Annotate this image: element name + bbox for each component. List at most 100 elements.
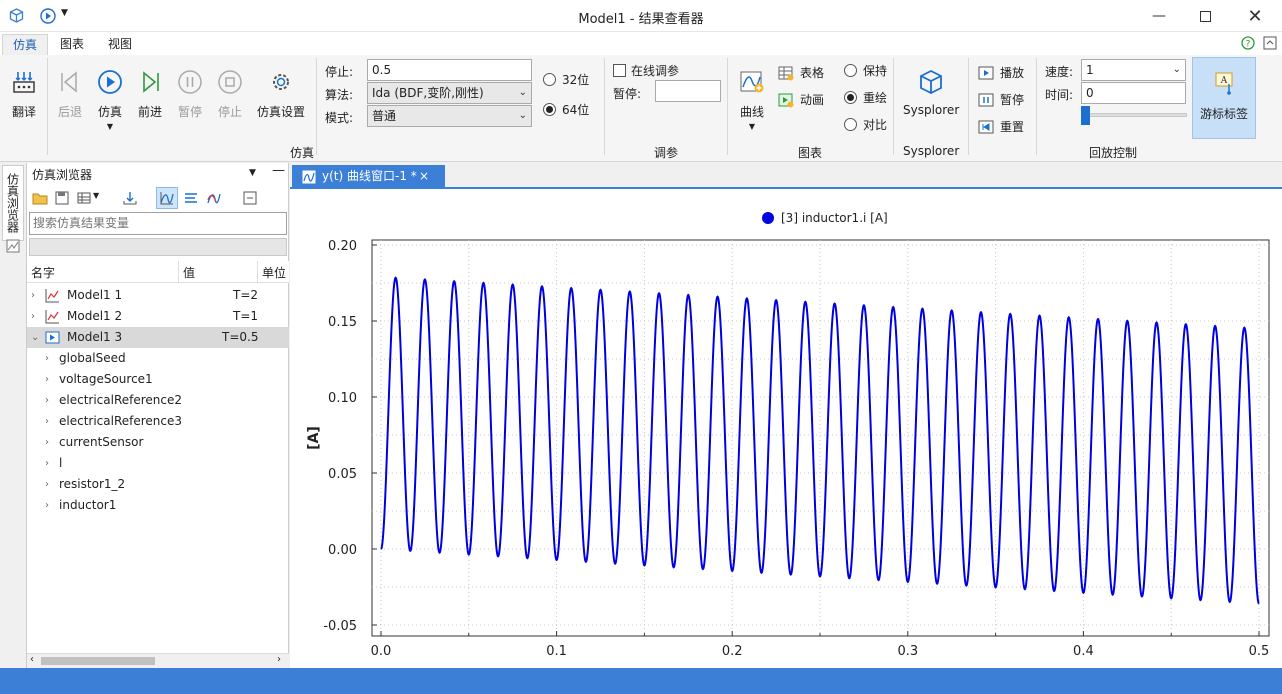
simulate-button[interactable]: 仿真 ▼ <box>95 67 125 131</box>
chevron-right-icon[interactable]: › <box>31 306 35 327</box>
simulate-label: 仿真 <box>97 105 122 119</box>
close-tab-icon[interactable]: × <box>419 165 429 187</box>
align-lines-icon[interactable] <box>183 190 199 206</box>
collapse-ribbon-icon[interactable] <box>1263 36 1277 50</box>
chevron-right-icon[interactable]: › <box>45 348 49 369</box>
radio-64bit[interactable]: 64位 <box>543 101 589 118</box>
radio-32bit[interactable]: 32位 <box>543 71 589 88</box>
forward-button[interactable]: 前进 <box>135 67 165 120</box>
minimize-button[interactable]: — <box>1136 0 1182 32</box>
algorithm-select[interactable]: Ida (BDF,变阶,刚性) ⌄ <box>367 82 532 104</box>
tree-row-model1-3[interactable]: ⌄ Model1 3 T=0.5 <box>27 327 289 348</box>
tree-child-row[interactable]: › l <box>27 453 289 474</box>
online-tune-checkbox[interactable] <box>613 64 626 77</box>
algorithm-value: Ida (BDF,变阶,刚性) <box>372 86 484 100</box>
radio-keep[interactable]: 保持 <box>844 62 887 79</box>
import-icon[interactable] <box>122 190 138 206</box>
animation-button[interactable]: 动画 <box>778 91 824 108</box>
scrollbar-thumb[interactable] <box>41 657 155 665</box>
mode-select[interactable]: 普通 ⌄ <box>367 105 532 127</box>
column-unit[interactable]: 单位 <box>262 264 286 281</box>
simulation-browser: 仿真浏览器 ▼ — ▼ 名字 值 单位 › Model1 1 T=2 › Mod… <box>27 163 289 668</box>
panel-menu-dropdown-icon[interactable]: ▼ <box>249 168 256 178</box>
column-value[interactable]: 值 <box>183 264 195 281</box>
stop-time-input[interactable]: 0.5 <box>367 59 532 81</box>
chevron-right-icon[interactable]: › <box>45 390 49 411</box>
compare-curves-icon[interactable] <box>206 190 222 206</box>
curve-plot-icon <box>740 71 764 93</box>
tree-row-model1-1[interactable]: › Model1 1 T=2 <box>27 285 289 306</box>
sysplorer-button[interactable]: Sysplorer <box>903 67 959 117</box>
tree-child-row[interactable]: › currentSensor <box>27 432 289 453</box>
horizontal-scrollbar[interactable]: ‹ › <box>27 653 289 668</box>
chevron-down-icon[interactable]: ⌄ <box>31 327 39 348</box>
child-name: electricalReference3 <box>59 414 183 428</box>
radio-compare[interactable]: 对比 <box>844 116 887 133</box>
simulate-dropdown-icon[interactable]: ▼ <box>107 122 113 131</box>
reset-button[interactable]: 重置 <box>978 118 1024 135</box>
export-dropdown-icon[interactable]: ▼ <box>93 191 99 200</box>
curve-button[interactable]: 曲线 ▼ <box>737 67 767 131</box>
plot-curve-toggle[interactable] <box>156 187 178 209</box>
side-tab-strip: 仿真浏览器 <box>0 163 27 668</box>
maximize-button[interactable] <box>1182 0 1228 32</box>
save-icon[interactable] <box>54 190 70 206</box>
playback-pause-button[interactable]: 暂停 <box>978 91 1024 108</box>
chevron-right-icon[interactable]: › <box>45 453 49 474</box>
tree-child-row[interactable]: › inductor1 <box>27 495 289 516</box>
chevron-right-icon[interactable]: › <box>45 411 49 432</box>
chevron-right-icon[interactable]: › <box>45 432 49 453</box>
curve-dropdown-icon[interactable]: ▼ <box>749 122 755 131</box>
curve-window-tab[interactable]: y(t) 曲线窗口-1 * × <box>292 165 445 189</box>
time-slider-track[interactable] <box>1081 113 1187 117</box>
scroll-left-icon[interactable]: ‹ <box>30 654 34 665</box>
tab-view[interactable]: 视图 <box>98 34 142 55</box>
tree-child-row[interactable]: › globalSeed <box>27 348 289 369</box>
back-button[interactable]: 后退 <box>55 67 85 120</box>
tab-chart[interactable]: 图表 <box>50 34 94 55</box>
search-box[interactable] <box>29 212 287 235</box>
tab-simulation[interactable]: 仿真 <box>2 34 49 55</box>
speed-select[interactable]: 1 ⌄ <box>1081 59 1186 81</box>
pause-button[interactable]: 暂停 <box>175 67 205 120</box>
close-button[interactable]: ✕ <box>1232 0 1278 32</box>
y-tick-label: 0.00 <box>328 543 357 558</box>
open-folder-icon[interactable] <box>32 190 48 206</box>
filter-bar[interactable] <box>29 238 287 256</box>
collapse-all-icon[interactable] <box>242 190 258 206</box>
tree-row-model1-2[interactable]: › Model1 2 T=1 <box>27 306 289 327</box>
x-tick-label: 0.0 <box>371 644 392 659</box>
table-export-icon[interactable] <box>76 190 92 206</box>
online-tune-label: 在线调参 <box>631 64 680 78</box>
speed-label: 速度: <box>1045 65 1074 79</box>
side-tab-sim-browser[interactable]: 仿真浏览器 <box>2 165 24 241</box>
tree-child-row[interactable]: › electricalReference2 <box>27 390 289 411</box>
stop-button[interactable]: 停止 <box>215 67 245 120</box>
search-input[interactable] <box>30 213 280 233</box>
chevron-right-icon[interactable]: › <box>45 495 49 516</box>
chevron-right-icon[interactable]: › <box>45 474 49 495</box>
time-input[interactable]: 0 <box>1081 82 1186 104</box>
status-bar <box>0 668 1282 694</box>
sim-settings-button[interactable]: 仿真设置 <box>257 67 305 120</box>
help-icon[interactable]: ? <box>1241 36 1255 50</box>
chevron-right-icon[interactable]: › <box>31 285 35 306</box>
chevron-right-icon[interactable]: › <box>45 369 49 390</box>
pause-time-input[interactable] <box>655 80 721 102</box>
line-chart[interactable]: 0.0 0.1 0.2 0.3 0.4 0.5 0.20 0.15 0.10 0.05 0.00 -0… <box>290 189 1282 668</box>
panel-minimize-icon[interactable]: — <box>272 163 285 178</box>
tree-child-row[interactable]: › resistor1_2 <box>27 474 289 495</box>
chart-panel-icon[interactable] <box>6 239 20 253</box>
radio-redraw[interactable]: 重绘 <box>844 89 887 106</box>
scroll-right-icon[interactable]: › <box>277 654 281 665</box>
tree-child-row[interactable]: › voltageSource1 <box>27 369 289 390</box>
compile-button[interactable]: 翻译 <box>9 67 39 120</box>
table-button[interactable]: 表格 <box>778 64 824 81</box>
x-tick-label: 0.3 <box>897 644 918 659</box>
play-button[interactable]: 播放 <box>978 64 1024 81</box>
cursor-label-button[interactable]: A 游标标签 <box>1192 57 1256 139</box>
time-slider-handle[interactable] <box>1081 106 1090 125</box>
tree-child-row[interactable]: › electricalReference3 <box>27 411 289 432</box>
plot-window: 0.0 0.1 0.2 0.3 0.4 0.5 0.20 0.15 0.10 0.05 0.00 -0… <box>290 163 1282 668</box>
column-name[interactable]: 名字 <box>31 264 55 281</box>
